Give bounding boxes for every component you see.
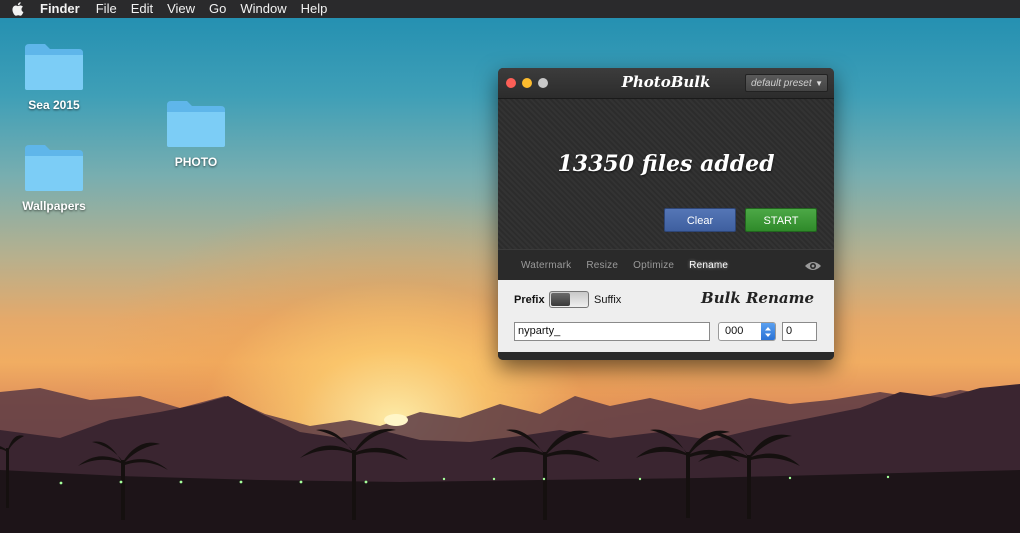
menu-edit[interactable]: Edit	[131, 0, 153, 18]
rename-text-input[interactable]: nyparty_	[514, 322, 710, 341]
menu-finder[interactable]: Finder	[40, 0, 80, 18]
tab-resize[interactable]: Resize	[586, 260, 618, 271]
preset-dropdown[interactable]: default preset ▼	[745, 74, 828, 92]
suffix-label[interactable]: Suffix	[594, 294, 621, 306]
desktop-icon-label: Wallpapers	[22, 199, 86, 213]
apple-icon[interactable]	[12, 2, 26, 16]
preset-value: default preset	[751, 78, 812, 89]
folder-icon	[167, 101, 225, 147]
chevron-down-icon: ▼	[815, 79, 823, 88]
eye-icon[interactable]	[804, 259, 822, 277]
start-number-input[interactable]: 0	[782, 322, 817, 341]
desktop-icon-label: PHOTO	[174, 155, 218, 169]
menu-bar: Finder File Edit View Go Window Help	[0, 0, 1020, 18]
photobulk-window: PhotoBulk default preset ▼ 13350 files a…	[498, 68, 834, 360]
desktop-folder-wallpapers[interactable]: Wallpapers	[9, 143, 99, 213]
prefix-label[interactable]: Prefix	[514, 294, 545, 306]
toggle-knob	[551, 293, 570, 306]
title-bar[interactable]: PhotoBulk default preset ▼	[498, 68, 834, 99]
desktop-folder-sea-2015[interactable]: Sea 2015	[9, 42, 99, 112]
tab-optimize[interactable]: Optimize	[633, 260, 674, 271]
window-bottom-edge	[498, 352, 834, 360]
rename-panel: Prefix Suffix Bulk Rename nyparty_ 000 0	[498, 280, 834, 352]
prefix-suffix-toggle[interactable]	[549, 291, 589, 308]
tab-watermark[interactable]: Watermark	[521, 260, 571, 271]
folder-icon	[25, 145, 83, 191]
tab-bar: Watermark Resize Optimize Rename	[498, 249, 834, 280]
start-button[interactable]: START	[745, 208, 817, 232]
menu-window[interactable]: Window	[240, 0, 286, 18]
tab-rename[interactable]: Rename	[689, 260, 728, 271]
number-format-select[interactable]: 000	[718, 322, 776, 341]
files-added-status: 13350 files added	[557, 151, 775, 177]
menu-go[interactable]: Go	[209, 0, 226, 18]
clear-button[interactable]: Clear	[664, 208, 736, 232]
menu-file[interactable]: File	[96, 0, 117, 18]
number-format-value: 000	[725, 325, 744, 337]
desktop-icon-label: Sea 2015	[28, 98, 80, 112]
menu-view[interactable]: View	[167, 0, 195, 18]
menu-help[interactable]: Help	[301, 0, 328, 18]
folder-icon	[25, 44, 83, 90]
bulk-rename-heading: Bulk Rename	[701, 289, 814, 307]
up-down-arrows-icon[interactable]	[761, 323, 775, 340]
drop-area[interactable]: 13350 files added Clear START	[498, 99, 834, 249]
desktop-folder-photo[interactable]: PHOTO	[151, 99, 241, 169]
